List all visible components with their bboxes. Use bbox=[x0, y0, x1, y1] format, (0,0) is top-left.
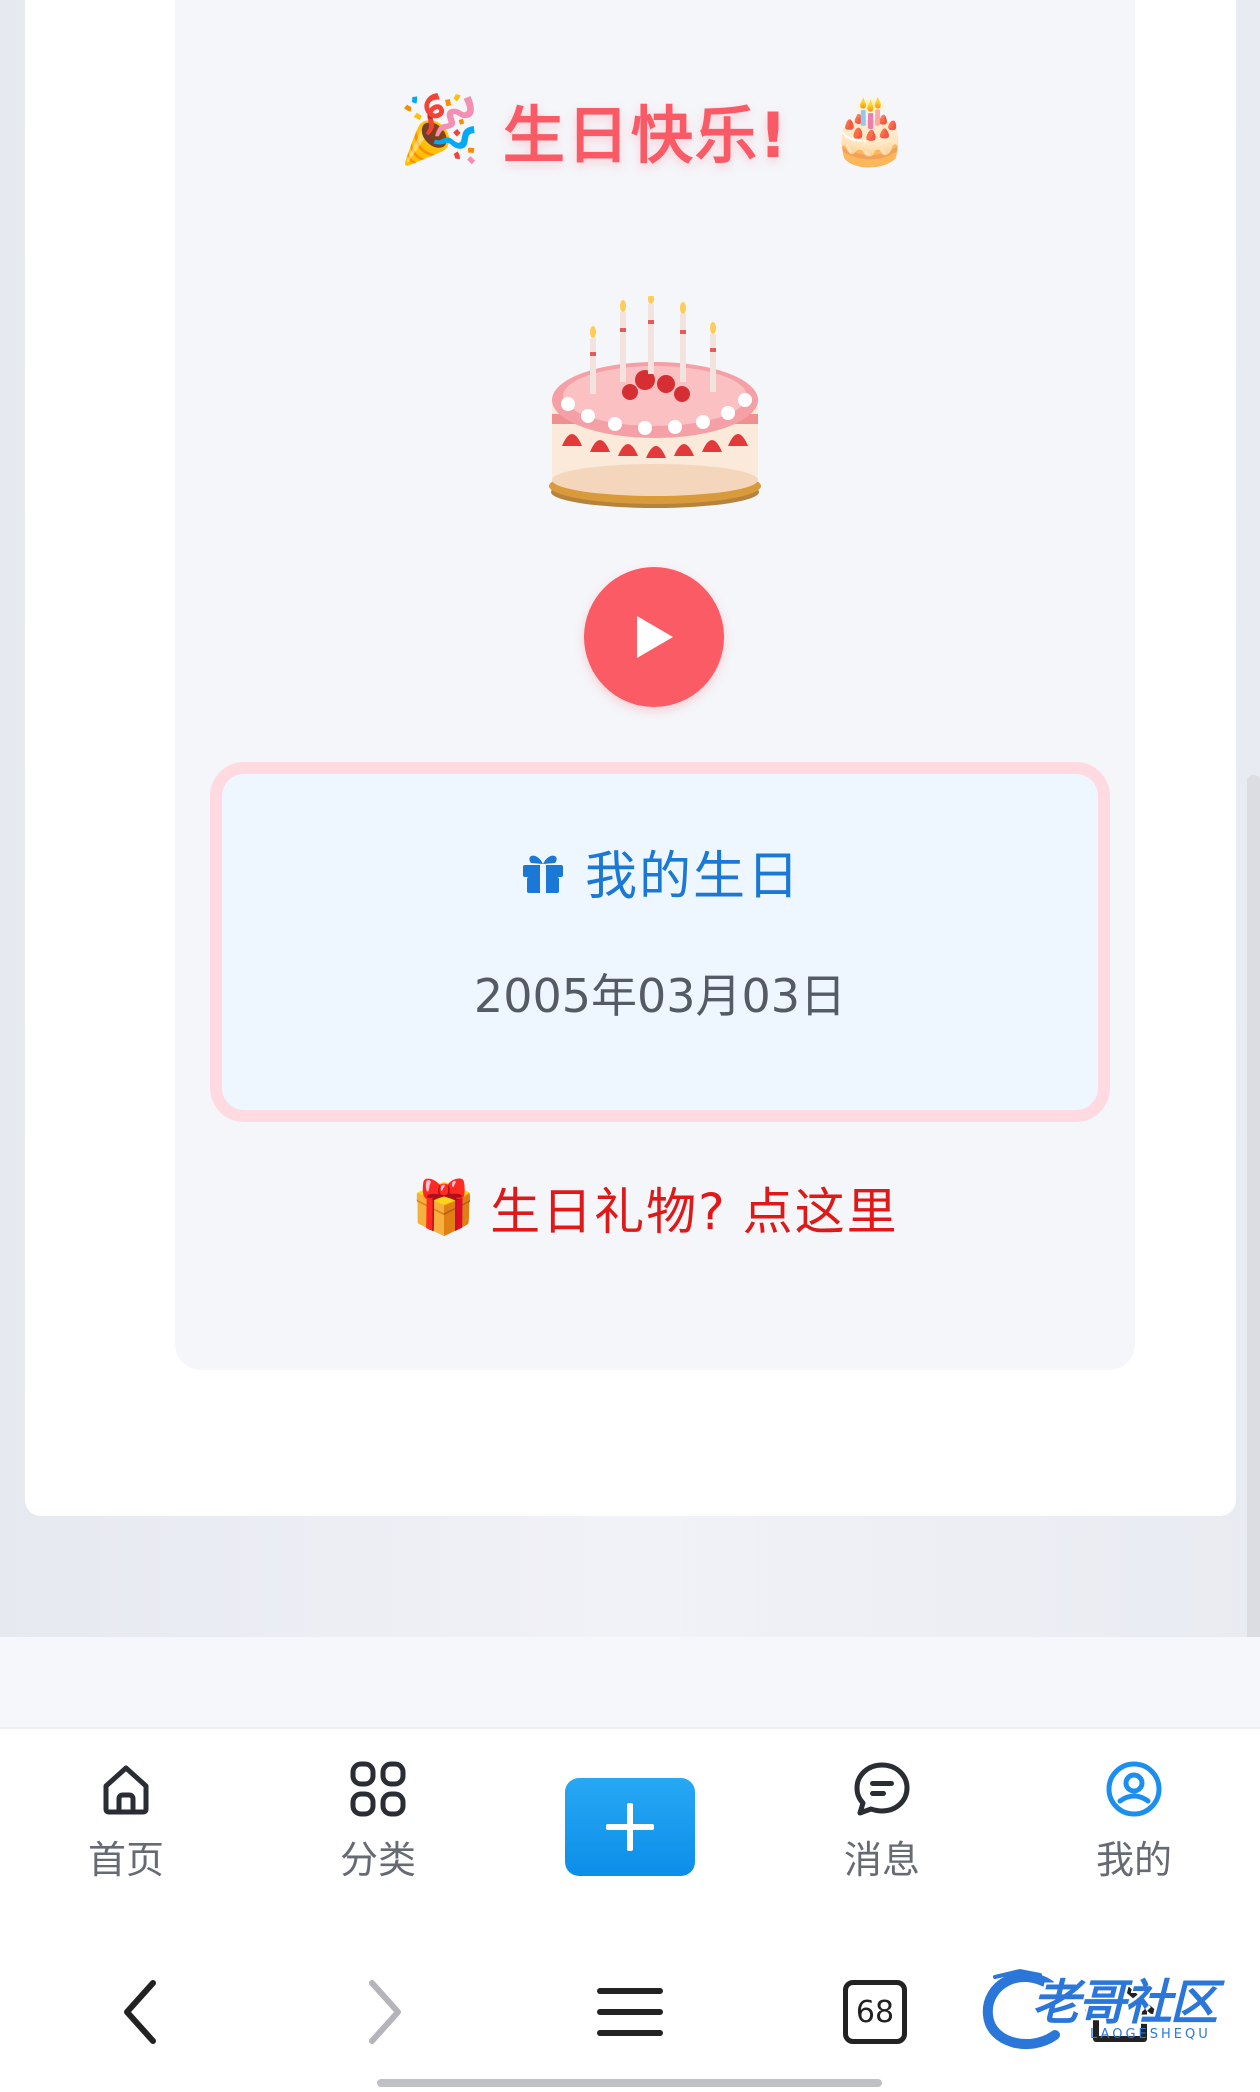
watermark-logo: 老哥社区 LAOGESHEQU bbox=[980, 1955, 1250, 2065]
back-button[interactable] bbox=[95, 1967, 185, 2057]
hamburger-menu-icon bbox=[597, 1988, 663, 2036]
cake-emoji-icon: 🎂 bbox=[829, 91, 912, 168]
content-card: 🎉 生日快乐! 🎂 我的生日 2005年03月03日 🎁 生日礼物? 点这里 bbox=[25, 0, 1236, 1516]
tab-messages[interactable]: 消息 bbox=[802, 1759, 962, 1889]
party-popper-icon: 🎉 bbox=[398, 91, 481, 168]
tab-categories-label: 分类 bbox=[339, 1838, 416, 1882]
tab-home-label: 首页 bbox=[87, 1838, 164, 1882]
menu-button[interactable] bbox=[585, 1967, 675, 2057]
greeting-title-row: 🎉 生日快乐! 🎂 bbox=[175, 80, 1135, 180]
home-icon bbox=[103, 1765, 149, 1815]
tab-count-badge: 68 bbox=[843, 1980, 907, 2044]
bottom-tab-bar: 首页 分类 消息 我的 bbox=[0, 1727, 1260, 1919]
birthday-date: 2005年03月03日 bbox=[473, 969, 847, 1023]
greeting-title: 生日快乐! bbox=[502, 99, 790, 172]
tab-profile-label: 我的 bbox=[1095, 1838, 1172, 1882]
page-footer-strip bbox=[0, 1637, 1260, 1727]
gift-question: 生日礼物? bbox=[490, 1183, 727, 1241]
tab-profile[interactable]: 我的 bbox=[1054, 1759, 1214, 1889]
chat-icon bbox=[854, 1762, 910, 1816]
plus-icon bbox=[606, 1803, 654, 1851]
play-icon bbox=[637, 616, 673, 658]
birthday-gift-link[interactable]: 🎁 生日礼物? 点这里 bbox=[175, 1172, 1135, 1244]
tab-home[interactable]: 首页 bbox=[46, 1759, 206, 1889]
chevron-right-icon bbox=[369, 1980, 401, 2044]
home-indicator[interactable] bbox=[377, 2079, 882, 2087]
tabs-switcher-button[interactable]: 68 bbox=[830, 1967, 920, 2057]
watermark-subtext: LAOGESHEQU bbox=[1090, 2027, 1211, 2042]
gift-action: 点这里 bbox=[742, 1183, 899, 1241]
gift-icon bbox=[522, 855, 563, 893]
birthday-card-title: 我的生日 bbox=[584, 847, 801, 907]
gift-link-text[interactable]: 生日礼物? 点这里 bbox=[490, 1172, 899, 1244]
birthday-panel: 🎉 生日快乐! 🎂 我的生日 2005年03月03日 🎁 生日礼物? 点这里 bbox=[175, 0, 1135, 1370]
gift-box-icon: 🎁 bbox=[411, 1178, 477, 1238]
publish-plus-button[interactable] bbox=[565, 1778, 695, 1876]
watermark-text: 老哥社区 bbox=[1032, 1975, 1218, 2031]
my-birthday-card: 我的生日 2005年03月03日 bbox=[210, 762, 1110, 1122]
tab-categories[interactable]: 分类 bbox=[298, 1759, 458, 1889]
birthday-card-heading: 我的生日 bbox=[222, 834, 1098, 909]
user-icon bbox=[1106, 1761, 1162, 1817]
tab-messages-label: 消息 bbox=[843, 1838, 920, 1882]
chevron-left-icon bbox=[124, 1980, 156, 2044]
forward-button[interactable] bbox=[340, 1967, 430, 2057]
grid-icon bbox=[350, 1761, 406, 1817]
birthday-cake-image bbox=[549, 296, 761, 508]
play-button[interactable] bbox=[584, 567, 724, 707]
